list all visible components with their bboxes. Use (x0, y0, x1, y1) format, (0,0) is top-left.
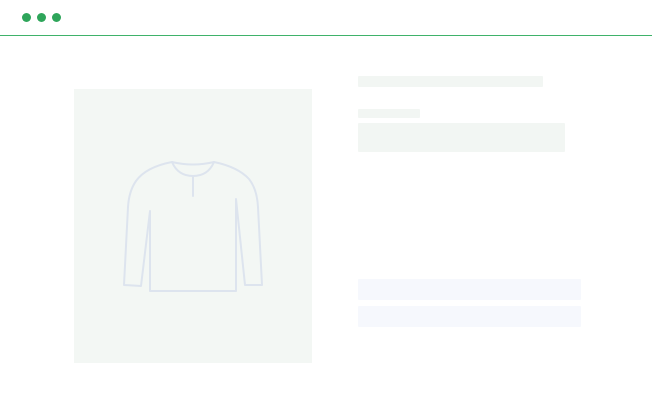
product-page-window (0, 0, 657, 409)
title-bar (0, 0, 652, 36)
option-field-skeleton (358, 123, 565, 152)
option-label-skeleton (358, 109, 420, 118)
product-title-skeleton (358, 76, 543, 87)
window-maximize-dot[interactable] (52, 13, 61, 22)
primary-action-skeleton (358, 279, 581, 300)
window-close-dot[interactable] (22, 13, 31, 22)
product-image-placeholder (74, 89, 312, 363)
window-minimize-dot[interactable] (37, 13, 46, 22)
long-sleeve-shirt-icon (123, 161, 263, 292)
secondary-action-skeleton (358, 306, 581, 327)
